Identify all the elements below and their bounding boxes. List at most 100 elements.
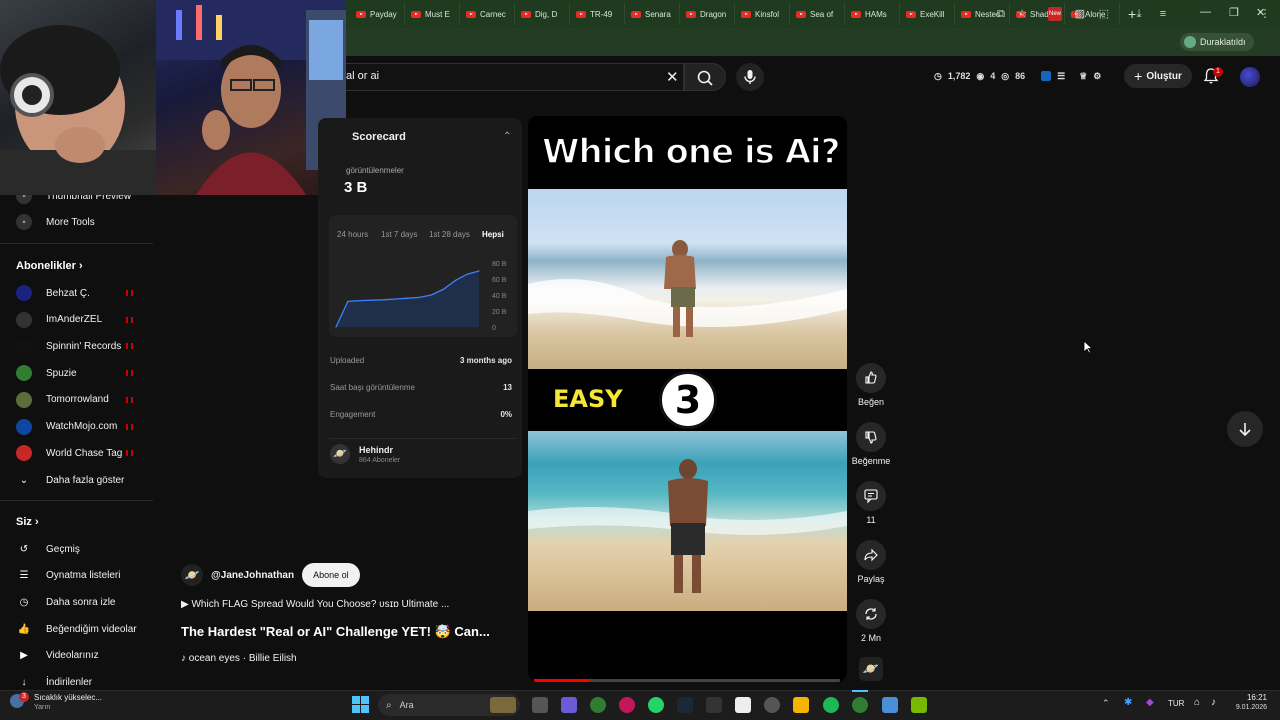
trophy-icon[interactable]: ♕ — [1079, 71, 1087, 82]
action-button[interactable]: 11 — [851, 481, 891, 525]
sidebar-item[interactable]: 👍 Beğendiğim videolar — [16, 619, 137, 639]
sidebar-item[interactable]: ImAnderZEL — [16, 310, 102, 330]
list-icon[interactable]: ☰ — [1057, 71, 1065, 82]
sidebar-item[interactable]: Tomorrowland — [16, 390, 109, 410]
photos-app-icon[interactable] — [882, 697, 898, 713]
channel-handle[interactable]: @JaneJohnathan — [211, 570, 294, 581]
sidebar-item[interactable]: World Chase Tag — [16, 443, 122, 463]
windows-start-icon[interactable] — [352, 696, 369, 713]
cast-icon[interactable]: ⧉ — [994, 7, 1008, 21]
related-video-link[interactable]: ▶ Which FLAG Spread Would You Choose? υѕ… — [181, 599, 449, 610]
voice-search-button[interactable] — [736, 63, 764, 91]
action-button[interactable]: 2 Mn — [851, 599, 891, 643]
action-button[interactable]: Beğenme — [851, 422, 891, 466]
subscriptions-heading[interactable]: Abonelikler › — [16, 260, 83, 272]
input-language[interactable]: TUR — [1168, 699, 1184, 708]
sidebar-item[interactable]: WatchMojo.com — [16, 417, 117, 437]
browser-tab[interactable]: HAMs — [845, 3, 900, 25]
bluetooth-icon[interactable]: ✱ — [1124, 697, 1132, 708]
tray-app-icon[interactable]: ◆ — [1146, 697, 1154, 708]
browser-tab[interactable]: Kinsfol — [735, 3, 790, 25]
copilot-icon[interactable] — [561, 697, 577, 713]
browser-tab[interactable]: TR-49 — [570, 3, 625, 25]
profile-chip[interactable]: Duraklatıldı — [1180, 33, 1254, 51]
chrome-active-icon[interactable] — [852, 697, 868, 713]
epic-games-icon[interactable] — [706, 697, 722, 713]
network-icon[interactable]: ⌂ — [1194, 697, 1200, 708]
scorecard-channel-name[interactable]: Hehindr — [359, 445, 393, 455]
sidebar-item[interactable]: Behzat Ç. — [16, 283, 90, 303]
task-view-icon[interactable] — [532, 697, 548, 713]
file-explorer-icon[interactable] — [793, 697, 809, 713]
search-input[interactable] — [340, 63, 684, 91]
collapse-chevron-icon[interactable]: ⌃ — [503, 131, 511, 142]
whatsapp-icon[interactable] — [648, 697, 664, 713]
browser-tab[interactable]: Sea of — [790, 3, 845, 25]
minimize-button[interactable]: — — [1200, 6, 1211, 18]
tray-expand-icon[interactable]: ⌃ — [1102, 698, 1110, 709]
sidebar-item[interactable]: Spuzie — [16, 363, 77, 383]
sidebar-item[interactable]: Spinnin' Records — [16, 336, 121, 356]
bookmark-star-icon[interactable]: ☆ — [1015, 7, 1029, 21]
short-video-player[interactable]: Which one is Ai? EASY 3 — [528, 116, 847, 682]
views-point — [347, 300, 349, 302]
action-button[interactable]: Paylaş — [851, 540, 891, 584]
search-button[interactable] — [684, 63, 726, 91]
spotify-icon[interactable] — [823, 697, 839, 713]
settings-icon[interactable]: ⚙ — [1093, 71, 1101, 82]
extensions-icon[interactable]: ⬚ — [1097, 7, 1111, 21]
channel-avatar-icon[interactable]: 🪐 — [181, 564, 203, 586]
y-tick-label: 0 — [492, 325, 496, 332]
range-tab[interactable]: 24 hours — [337, 230, 368, 239]
sidebar-item[interactable]: ◦ More Tools — [16, 212, 95, 232]
create-button[interactable]: + Oluştur — [1124, 64, 1192, 88]
browser-tab[interactable]: ExeKill — [900, 3, 955, 25]
music-link[interactable]: ♪ ocean eyes · Billie Eilish — [181, 653, 297, 664]
you-heading[interactable]: Siz › — [16, 516, 39, 528]
range-tab[interactable]: Hepsi — [482, 230, 504, 239]
sidebar-item-label: Beğendiğim videolar — [46, 623, 137, 635]
image-icon[interactable]: ▨ — [1073, 7, 1087, 21]
opera-gx-icon[interactable] — [619, 697, 635, 713]
new-extension-icon[interactable]: New — [1048, 7, 1062, 21]
sidebar-item[interactable]: ↺ Geçmiş — [16, 539, 80, 559]
clock-date[interactable]: 9.01.2026 — [1226, 704, 1267, 711]
browser-tab[interactable]: Dig, D — [515, 3, 570, 25]
browser-tab[interactable]: Payday — [350, 3, 405, 25]
capture-app-icon[interactable] — [735, 697, 751, 713]
maximize-button[interactable]: ❐ — [1229, 6, 1239, 19]
steam-icon[interactable] — [677, 697, 693, 713]
weather-text[interactable]: Sıcaklık yükselec... — [34, 693, 102, 702]
media-control-icon[interactable]: ≡ — [1156, 7, 1170, 21]
download-icon[interactable]: ⤓ — [1132, 7, 1146, 21]
sidebar-item[interactable]: ▶ Videolarınız — [16, 646, 99, 666]
clock-time[interactable]: 16:21 — [1237, 693, 1267, 702]
next-video-button[interactable] — [1227, 411, 1263, 447]
browser-tab[interactable]: Dragon — [680, 3, 735, 25]
nvidia-icon[interactable] — [911, 697, 927, 713]
clear-search-icon[interactable]: ✕ — [666, 68, 679, 86]
range-tab[interactable]: 1st 28 days — [429, 230, 470, 239]
video-title[interactable]: The Hardest "Real or AI" Challenge YET! … — [181, 624, 490, 640]
sound-avatar[interactable]: 🪐 — [859, 657, 883, 681]
sidebar-item[interactable]: ◷ Daha sonra izle — [16, 592, 116, 612]
channel-avatar[interactable]: 🪐 — [330, 444, 350, 464]
chrome-icon[interactable] — [590, 697, 606, 713]
subscribe-button[interactable]: Abone ol — [302, 563, 360, 587]
browser-tab[interactable]: Senara — [625, 3, 680, 25]
sidebar-item-label: Behzat Ç. — [46, 287, 90, 299]
volume-icon[interactable]: ♪ — [1211, 697, 1216, 708]
browser-tab[interactable]: Must E — [405, 3, 460, 25]
browser-menu-icon[interactable]: ⋮ — [1258, 7, 1272, 21]
range-tab[interactable]: 1st 7 days — [381, 230, 417, 239]
browser-tab[interactable]: Carnec — [460, 3, 515, 25]
action-button[interactable]: Beğen — [851, 363, 891, 407]
sidebar-item[interactable]: ⌄ Daha fazla göster — [16, 470, 125, 490]
sidebar-item[interactable]: ☰ Oynatma listeleri — [16, 566, 121, 586]
account-avatar[interactable] — [1240, 67, 1260, 87]
action-label: Beğen — [857, 397, 885, 407]
extension-blue-icon[interactable] — [1041, 71, 1052, 81]
pixel-art-app-icon[interactable] — [490, 697, 516, 713]
discord-icon[interactable] — [764, 697, 780, 713]
video-progress-bar[interactable] — [534, 679, 840, 682]
